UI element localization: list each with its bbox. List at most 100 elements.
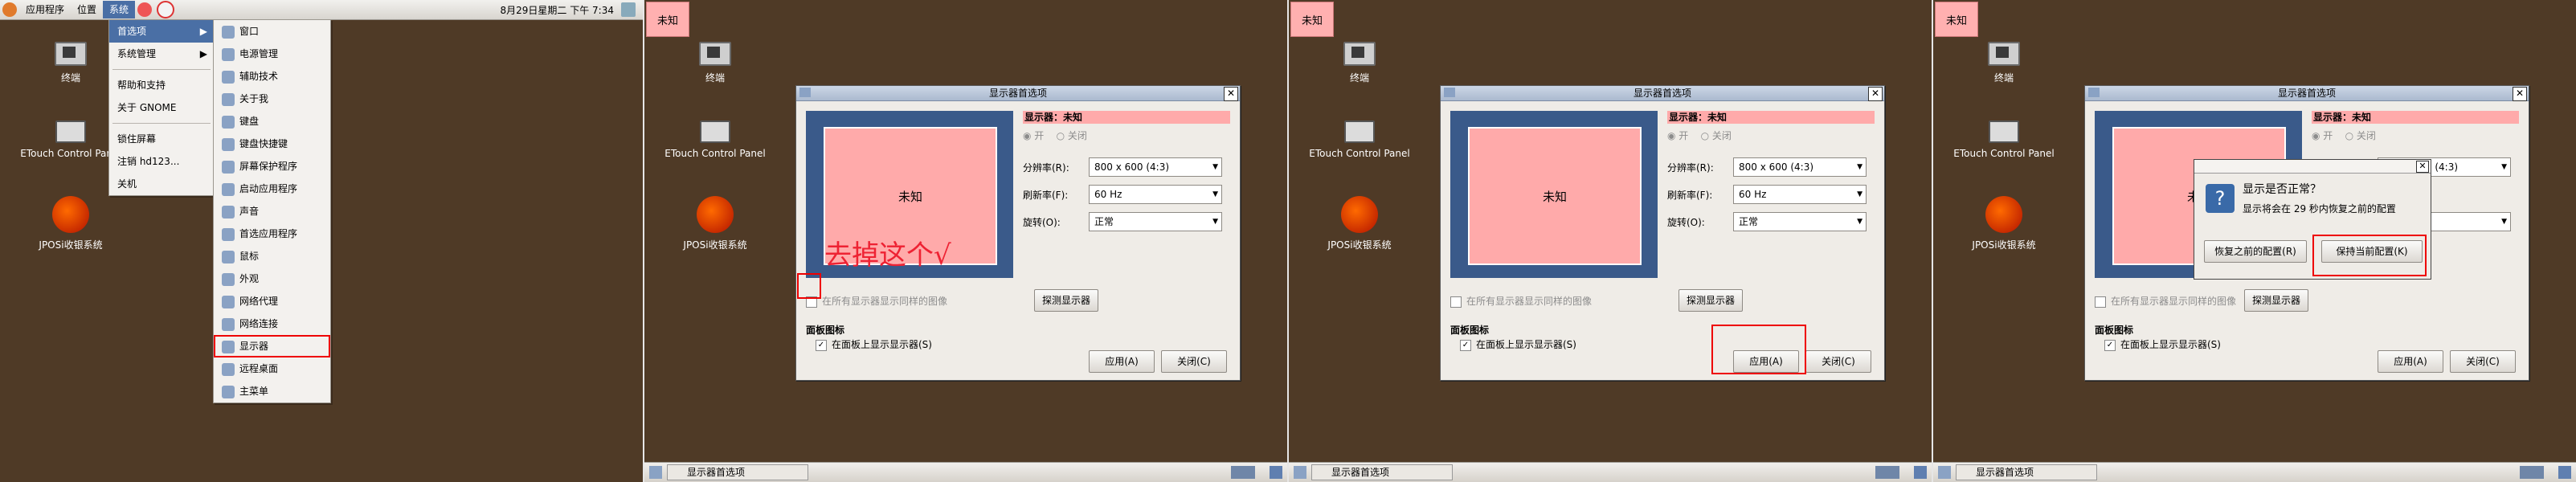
desktop-icon-label: JPOSi收银系统 — [1972, 239, 2036, 251]
panel-icon-checkbox[interactable]: ✓ — [816, 339, 827, 351]
pref-about-me[interactable]: 关于我 — [214, 88, 330, 110]
keyboard-icon — [222, 115, 235, 129]
mirror-checkbox[interactable] — [2095, 296, 2106, 308]
mirror-checkbox[interactable] — [1450, 296, 1462, 308]
pref-mouse[interactable]: 鼠标 — [214, 245, 330, 268]
pref-preferred-apps[interactable]: 首选应用程序 — [214, 223, 330, 245]
dialog-titlebar: 显示器首选项 ✕ — [2085, 86, 2529, 101]
close-button[interactable]: 关闭(C) — [1161, 350, 1227, 373]
pref-appearance[interactable]: 外观 — [214, 268, 330, 290]
taskbar-window-button[interactable]: 显示器首选项 — [1311, 464, 1453, 480]
trash-icon[interactable] — [1270, 466, 1282, 479]
workspace-switcher-icon[interactable] — [2520, 466, 2544, 479]
desktop-icon-etouch[interactable]: ETouch Control Panel — [659, 120, 771, 159]
pref-startup[interactable]: 启动应用程序 — [214, 178, 330, 200]
pref-network-connections[interactable]: 网络连接 — [214, 312, 330, 335]
close-icon[interactable]: ✕ — [2416, 161, 2429, 173]
pref-main-menu[interactable]: 主菜单 — [214, 380, 330, 402]
show-desktop-icon[interactable] — [1294, 466, 1306, 479]
taskbar-window-button[interactable]: 显示器首选项 — [667, 464, 808, 480]
panel-icon-option[interactable]: ✓ 在面板上显示显示器(S) — [1460, 337, 1576, 351]
apply-button[interactable]: 应用(A) — [2378, 350, 2443, 373]
help-icon[interactable] — [157, 1, 175, 18]
remote-desktop-icon — [222, 362, 235, 376]
network-icon[interactable] — [621, 2, 636, 17]
pref-screensaver[interactable]: 屏幕保护程序 — [214, 155, 330, 178]
mirror-option[interactable]: 在所有显示器显示同样的图像 — [1450, 294, 1592, 308]
panel-icon-checkbox[interactable]: ✓ — [2104, 339, 2116, 351]
desktop-icon-terminal[interactable]: 终端 — [1303, 42, 1416, 84]
firefox-icon[interactable] — [137, 2, 153, 17]
desktop-icon-terminal[interactable]: 终端 — [1948, 42, 2060, 84]
desktop-icon-jposi[interactable]: JPOSi收银系统 — [659, 196, 771, 251]
terminal-icon — [1988, 42, 2020, 66]
desktop-icon-jposi[interactable]: JPOSi收银系统 — [14, 196, 127, 251]
detect-displays-button[interactable]: 探测显示器 — [1034, 289, 1098, 312]
desktop-icon-label: ETouch Control Panel — [1309, 148, 1410, 159]
refresh-select[interactable]: 60 Hz — [1733, 185, 1867, 204]
taskbar-window-button[interactable]: 显示器首选项 — [1956, 464, 2097, 480]
mirror-option[interactable]: 在所有显示器显示同样的图像 — [2095, 294, 2236, 308]
pref-display[interactable]: 显示器 — [214, 335, 330, 357]
menu-places[interactable]: 位置 — [71, 1, 103, 18]
monitor-preview[interactable]: 未知 — [1450, 111, 1658, 278]
close-icon[interactable]: ✕ — [1224, 87, 1238, 101]
menu-item-preferences[interactable]: 首选项 ▶ — [109, 20, 214, 43]
accessibility-icon — [222, 70, 235, 84]
windows-icon — [222, 25, 235, 39]
show-desktop-icon[interactable] — [649, 466, 662, 479]
close-button[interactable]: 关闭(C) — [1805, 350, 1871, 373]
dialog-titlebar: 显示器首选项 ✕ — [796, 86, 1240, 101]
refresh-select[interactable]: 60 Hz — [1089, 185, 1222, 204]
menu-applications[interactable]: 应用程序 — [19, 1, 71, 18]
apply-button[interactable]: 应用(A) — [1089, 350, 1155, 373]
pref-power[interactable]: 电源管理 — [214, 43, 330, 65]
show-desktop-icon[interactable] — [1938, 466, 1951, 479]
desktop-icon-etouch[interactable]: ETouch Control Panel — [1303, 120, 1416, 159]
pref-remote-desktop[interactable]: 远程桌面 — [214, 357, 330, 380]
close-icon[interactable]: ✕ — [1868, 87, 1883, 101]
network-connections-icon — [222, 317, 235, 331]
desktop-icon-jposi[interactable]: JPOSi收银系统 — [1303, 196, 1416, 251]
workspace-switcher-icon[interactable] — [1875, 466, 1899, 479]
menu-item-logout[interactable]: 注销 hd123... — [109, 150, 214, 173]
detect-displays-button[interactable]: 探测显示器 — [2244, 289, 2308, 312]
laptop-icon — [1344, 120, 1375, 143]
close-icon[interactable]: ✕ — [2513, 87, 2527, 101]
resolution-select[interactable]: 800 x 600 (4:3) — [1733, 157, 1867, 177]
pref-keyboard[interactable]: 键盘 — [214, 110, 330, 133]
desktop-icon-jposi[interactable]: JPOSi收银系统 — [1948, 196, 2060, 251]
desktop-icon-etouch[interactable]: ETouch Control Panel — [1948, 120, 2060, 159]
pref-network-proxy[interactable]: 网络代理 — [214, 290, 330, 312]
revert-button[interactable]: 恢复之前的配置(R) — [2204, 240, 2307, 263]
trash-icon[interactable] — [1914, 466, 1927, 479]
detect-displays-button[interactable]: 探测显示器 — [1678, 289, 1743, 312]
resolution-select[interactable]: 800 x 600 (4:3) — [1089, 157, 1222, 177]
panel-icon-option[interactable]: ✓ 在面板上显示显示器(S) — [816, 337, 932, 351]
mirror-option[interactable]: 在所有显示器显示同样的图像 — [806, 294, 947, 308]
trash-icon[interactable] — [2558, 466, 2571, 479]
clock[interactable]: 8月29日星期二 下午 7:34 — [501, 3, 614, 17]
pref-windows[interactable]: 窗口 — [214, 20, 330, 43]
workspace-switcher-icon[interactable] — [1231, 466, 1255, 479]
panel-icon-option[interactable]: ✓ 在面板上显示显示器(S) — [2104, 337, 2221, 351]
desktop-icon-terminal[interactable]: 终端 — [659, 42, 771, 84]
menu-item-administration[interactable]: 系统管理 ▶ — [109, 43, 214, 65]
panel-icon-header: 面板图标 — [1450, 325, 1490, 336]
network-proxy-icon — [222, 295, 235, 308]
menu-item-help[interactable]: 帮助和支持 — [109, 74, 214, 96]
screenshot-step-4: 未知 终端 ETouch Control Panel JPOSi收银系统 显示器… — [1933, 0, 2576, 482]
rotation-select[interactable]: 正常 — [1089, 212, 1222, 231]
highlight-box — [797, 273, 821, 299]
menu-item-lock-screen[interactable]: 锁住屏幕 — [109, 128, 214, 150]
power-radios: ◉ 开 ○ 关闭 — [1023, 130, 1087, 141]
panel-icon-checkbox[interactable]: ✓ — [1460, 339, 1471, 351]
pref-keyboard-shortcuts[interactable]: 键盘快捷键 — [214, 133, 330, 155]
close-button[interactable]: 关闭(C) — [2450, 350, 2516, 373]
menu-system[interactable]: 系统 — [103, 1, 136, 18]
pref-accessibility[interactable]: 辅助技术 — [214, 65, 330, 88]
pref-sound[interactable]: 声音 — [214, 200, 330, 223]
menu-item-about-gnome[interactable]: 关于 GNOME — [109, 96, 214, 119]
rotation-select[interactable]: 正常 — [1733, 212, 1867, 231]
menu-item-shutdown[interactable]: 关机 — [109, 173, 214, 195]
